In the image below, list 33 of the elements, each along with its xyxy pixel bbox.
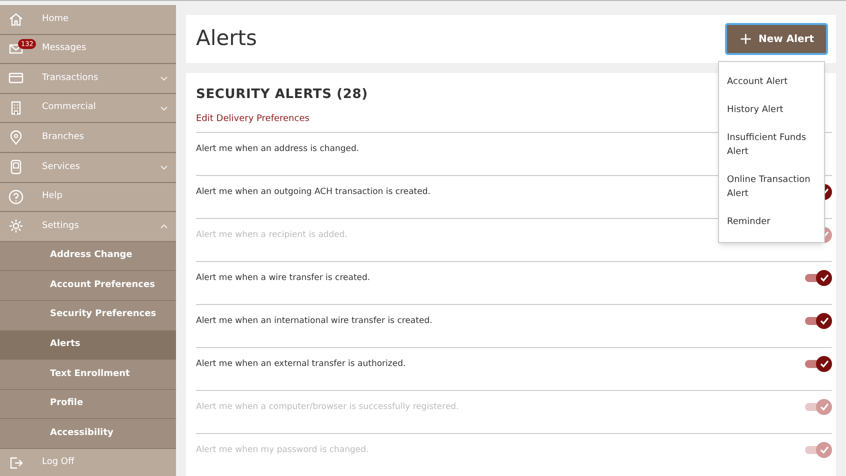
submenu-item[interactable]: Alerts <box>0 330 176 360</box>
alert-text: Alert me when a computer/browser is successfully registered. <box>196 400 459 414</box>
section-title: SECURITY ALERTS (28) <box>196 86 369 104</box>
new-alert-button[interactable]: + New Alert <box>725 23 828 55</box>
submenu-item[interactable]: Address Change <box>0 242 176 272</box>
alert-text: Alert me when an outgoing ACH transaction is created. <box>196 186 430 198</box>
submenu-item[interactable]: Profile <box>0 390 176 420</box>
alert-text: Alert me when an external transfer is authorized. <box>196 358 406 370</box>
submenu-item[interactable]: Account Preferences <box>0 271 176 301</box>
submenu-item[interactable]: Text Enrollment <box>0 360 176 390</box>
submenu-item[interactable]: Accessibility <box>0 419 176 449</box>
submenu-item[interactable]: Security Preferences <box>0 300 176 331</box>
alert-text: Alert me when a recipient is added. <box>196 228 348 242</box>
sidebar-item[interactable]: Commercial <box>0 94 176 124</box>
menu-item[interactable]: Online Transaction Alert <box>719 166 824 208</box>
menu-item[interactable]: History Alert <box>719 96 824 124</box>
sidebar-item[interactable]: Log Off <box>0 448 176 476</box>
alert-text: Alert me when an address is changed. <box>196 142 360 156</box>
sidebar-item[interactable]: Home <box>0 5 176 35</box>
alert-text: Alert me when an international wire transfer is created. <box>196 314 432 328</box>
sidebar-item[interactable]: Transactions <box>0 64 176 94</box>
menu-item[interactable]: Reminder <box>719 208 824 236</box>
menu-item[interactable]: Account Alert <box>719 68 824 96</box>
alert-text: Alert me when my password is changed. <box>196 444 369 456</box>
menu-item[interactable]: Insufficient Funds Alert <box>719 124 824 166</box>
page-title: Alerts <box>196 25 257 52</box>
alert-text: Alert me when a wire transfer is created. <box>196 272 370 284</box>
sidebar-item[interactable]: Services <box>0 152 176 183</box>
plus-icon: + <box>739 31 752 47</box>
sidebar-item[interactable]: Settings <box>0 212 176 242</box>
edit-delivery-preferences-link[interactable]: Edit Delivery Preferences <box>196 112 310 126</box>
sidebar-item[interactable]: Help <box>0 182 176 212</box>
sidebar-item[interactable]: Branches <box>0 123 176 153</box>
